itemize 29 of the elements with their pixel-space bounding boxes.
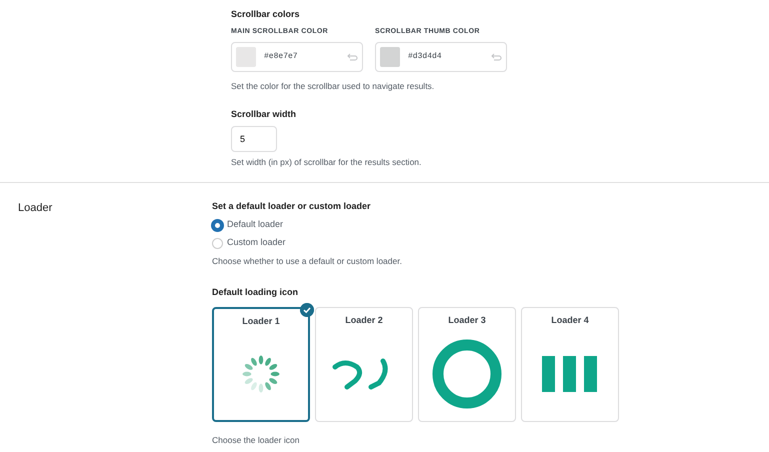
- reset-icon[interactable]: [347, 52, 358, 61]
- section-title: Loader: [18, 202, 52, 214]
- scrollbar-colors-help: Set the color for the scrollbar used to navigate results.: [231, 80, 436, 92]
- loader-type-help: Choose whether to use a default or custom loader.: [212, 256, 403, 268]
- color-swatch[interactable]: [236, 46, 256, 67]
- loading-icon-heading: Default loading icon: [212, 287, 300, 299]
- color-field[interactable]: #e8e7e7: [231, 42, 363, 72]
- loader-option-label: Loader 2: [345, 314, 383, 327]
- loader-type-heading: Set a default loader or custom loader: [212, 200, 372, 212]
- loader-option-card[interactable]: Loader 3: [418, 306, 516, 422]
- loader-option-label: Loader 3: [448, 314, 486, 327]
- radio-label[interactable]: Default loader: [227, 219, 284, 232]
- bars-icon: [542, 356, 598, 392]
- scrollbar-width-help: Set width (in px) of scrollbar for the results section.: [231, 156, 422, 168]
- color-field[interactable]: #d3d4d4: [375, 42, 507, 72]
- reset-icon[interactable]: [491, 52, 502, 61]
- radio-button[interactable]: [212, 220, 223, 231]
- ring-icon: [431, 338, 503, 410]
- loading-icon-help: Choose the loader icon: [212, 434, 300, 446]
- loader-option-card[interactable]: Loader 2: [315, 306, 413, 422]
- radio-label[interactable]: Custom loader: [227, 237, 286, 250]
- loader-option-label: Loader 1: [242, 316, 280, 328]
- checkmark-icon: [300, 302, 314, 317]
- scrollbar-width-field[interactable]: 5: [231, 126, 277, 152]
- loader-option-label: Loader 4: [551, 314, 589, 327]
- loader-option-card[interactable]: Loader 4: [521, 306, 619, 422]
- color-swatch[interactable]: [380, 46, 400, 67]
- scrollbar-colors-heading: Scrollbar colors: [231, 9, 301, 21]
- scrollbar-width-heading: Scrollbar width: [231, 108, 298, 121]
